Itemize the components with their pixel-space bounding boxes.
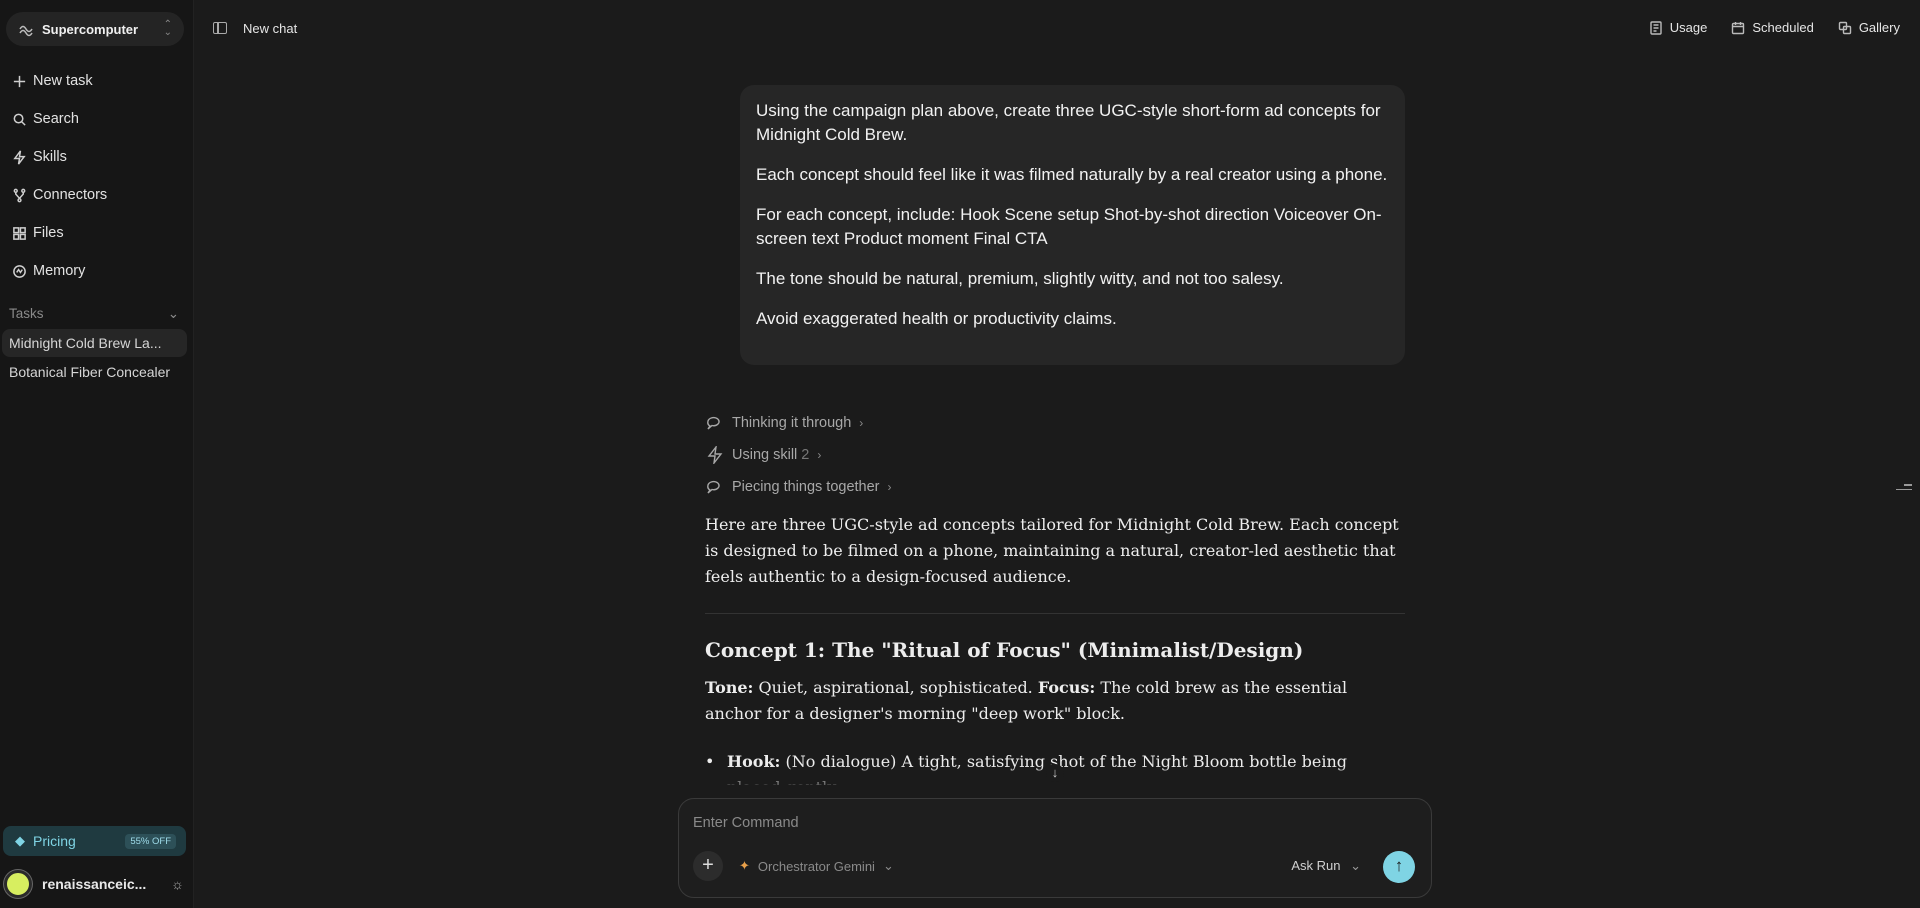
chevron-updown-icon: ⌃ ⌄ [163,19,172,38]
scroll-down-icon[interactable]: ↓ [1046,764,1064,782]
search-icon [13,113,26,126]
workspace-switcher[interactable]: Supercomputer ⌃ ⌄ [6,12,184,46]
tone-text: Quiet, aspirational, sophisticated. [753,678,1038,697]
avatar [4,870,32,898]
speech-bubble-icon [707,480,720,494]
user-message-paragraph: Each concept should feel like it was fil… [756,165,1388,184]
command-input[interactable]: Enter Command [693,815,799,831]
workspace-logo-icon [19,25,33,37]
speech-bubble-icon [707,416,720,430]
user-message-paragraph: The tone should be natural, premium, sli… [756,269,1284,288]
user-message-paragraph: For each concept, include: Hook Scene se… [756,205,1382,248]
status-step-skill[interactable]: Using skill 2 › [706,446,821,464]
divider [705,613,1405,614]
gallery-label: Gallery [1858,20,1900,35]
scheduled-button[interactable]: Scheduled [1731,20,1814,35]
sidebar: Supercomputer ⌃ ⌄ New task Search Skills … [0,0,194,908]
workspace-name: Supercomputer [42,21,139,37]
tasks-section-header[interactable]: Tasks ⌄ [9,306,179,322]
concept-tone-paragraph: Tone: Quiet, aspirational, sophisticated… [705,675,1405,727]
chevron-right-icon: › [859,416,864,430]
sidebar-item-search[interactable]: Search [0,100,194,138]
composer: Enter Command + ✦ Orchestrator Gemini ⌄ … [678,798,1432,898]
response-intro: Here are three UGC-style ad concepts tai… [705,515,1399,586]
status-label: Using skill [732,447,798,463]
sidebar-item-label: Files [33,225,64,241]
lightning-icon [707,446,723,464]
sparkle-icon: ✦ [739,858,750,873]
user-message-paragraph: Avoid exaggerated health or productivity… [756,309,1117,328]
username: renaissanceic... [42,876,147,892]
tone-label: Tone: [705,678,754,697]
task-item[interactable]: Botanical Fiber Concealer [2,358,187,386]
grid-icon [13,226,26,240]
user-profile[interactable]: renaissanceic... ☼ [4,869,188,899]
sidebar-item-label: Memory [33,263,86,279]
add-attachment-button[interactable]: + [693,851,723,881]
gallery-icon [1838,21,1852,34]
theme-toggle-icon[interactable]: ☼ [171,876,184,892]
lightning-icon [13,149,26,165]
focus-label: Focus: [1037,678,1096,697]
status-label: Thinking it through [732,415,852,431]
usage-button[interactable]: Usage [1649,20,1708,35]
sidebar-nav: New task Search Skills Connectors Files … [0,62,194,290]
memory-icon [13,264,26,278]
user-message-paragraph: Using the campaign plan above, create th… [756,101,1381,144]
user-message-bubble: Using the campaign plan above, create th… [740,85,1405,365]
sidebar-toggle-icon[interactable] [213,22,227,34]
chevron-down-icon: ⌄ [882,858,894,873]
pricing-button[interactable]: ◆ Pricing 55% OFF [3,826,186,856]
status-step-thinking[interactable]: Thinking it through › [706,414,863,432]
tasks-label: Tasks [9,306,44,321]
top-actions: Usage Scheduled Gallery [1649,20,1900,35]
chevron-right-icon: › [887,480,892,494]
concept-heading: Concept 1: The "Ritual of Focus" (Minima… [705,638,1304,662]
diamond-icon: ◆ [15,833,25,848]
skill-count: 2 [801,447,810,463]
usage-label: Usage [1669,20,1708,35]
sidebar-item-label: Skills [33,149,67,165]
sidebar-item-connectors[interactable]: Connectors [0,176,194,214]
sidebar-item-label: New task [33,73,93,89]
model-label: Orchestrator Gemini [757,858,875,874]
connectors-icon [13,188,26,202]
sidebar-item-label: Search [33,111,79,127]
status-label: Piecing things together [732,479,880,495]
sidebar-item-files[interactable]: Files [0,214,194,252]
model-selector[interactable]: ✦ Orchestrator Gemini ⌄ [739,858,894,874]
calendar-icon [1732,21,1745,34]
send-button[interactable]: ↑ [1383,851,1415,883]
sidebar-item-new-task[interactable]: New task [0,62,194,100]
task-item[interactable]: Midnight Cold Brew La... [2,329,187,357]
chat-title: New chat [243,21,298,36]
chevron-down-icon: ⌄ [1350,858,1361,873]
sidebar-item-skills[interactable]: Skills [0,138,194,176]
status-step-piecing[interactable]: Piecing things together › [706,478,892,496]
pricing-label: Pricing [33,833,76,849]
gallery-button[interactable]: Gallery [1838,20,1900,35]
chevron-right-icon: › [817,448,822,462]
sidebar-item-label: Connectors [33,187,108,203]
sidebar-item-memory[interactable]: Memory [0,252,194,290]
chevron-down-icon: ⌄ [167,306,179,321]
outline-toggle-icon[interactable] [1896,484,1912,493]
usage-icon [1650,20,1662,35]
mode-label: Ask Run [1291,858,1341,873]
mode-selector[interactable]: Ask Run ⌄ [1291,858,1361,874]
discount-badge: 55% OFF [125,834,176,849]
plus-icon [13,75,26,87]
scheduled-label: Scheduled [1752,20,1814,35]
